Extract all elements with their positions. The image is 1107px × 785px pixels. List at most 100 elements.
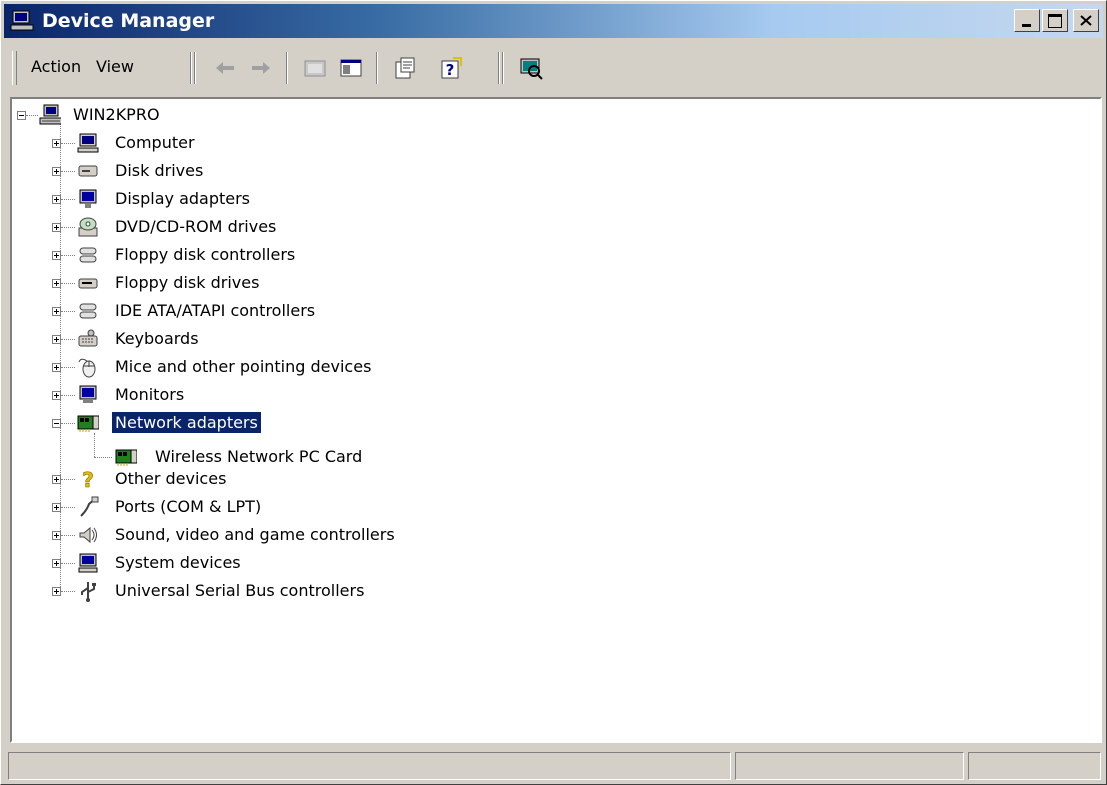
- port-icon: [77, 496, 99, 518]
- controller-icon: [77, 244, 99, 266]
- tree-item-label[interactable]: Floppy disk drives: [112, 272, 262, 293]
- tree-connector: [61, 367, 75, 368]
- tree-item-label[interactable]: System devices: [112, 552, 244, 573]
- cdrom-icon: [77, 216, 99, 238]
- expand-toggle[interactable]: [52, 559, 61, 568]
- tree-connector: [61, 479, 75, 480]
- minimize-button[interactable]: [1014, 9, 1040, 32]
- tree-connector: [61, 171, 75, 172]
- show-hide-tree-button[interactable]: [335, 52, 367, 84]
- up-button[interactable]: [299, 52, 331, 84]
- status-bar: [4, 749, 1103, 783]
- expand-toggle[interactable]: [52, 279, 61, 288]
- tree-connector: [61, 395, 75, 396]
- tree-connector: [61, 255, 75, 256]
- tree-item-label[interactable]: Mice and other pointing devices: [112, 356, 374, 377]
- status-panel-main: [8, 752, 731, 780]
- toolbar-separator: [190, 52, 192, 84]
- tree-item-label[interactable]: Disk drives: [112, 160, 206, 181]
- expand-toggle[interactable]: [52, 251, 61, 260]
- expand-toggle[interactable]: [52, 223, 61, 232]
- tree-item-label[interactable]: IDE ATA/ATAPI controllers: [112, 300, 318, 321]
- toolbar-separator: [376, 52, 378, 84]
- expand-toggle[interactable]: [52, 391, 61, 400]
- expand-toggle[interactable]: [52, 531, 61, 540]
- disk-drive-icon: [77, 160, 99, 182]
- close-button[interactable]: [1073, 9, 1099, 32]
- tree-item-wireless-network-pc-card[interactable]: Wireless Network PC Card: [152, 446, 365, 467]
- scan-hardware-button[interactable]: [515, 52, 547, 84]
- expand-toggle[interactable]: [52, 139, 61, 148]
- expand-toggle[interactable]: [52, 167, 61, 176]
- tree-connector: [61, 283, 75, 284]
- expand-toggle[interactable]: [52, 587, 61, 596]
- forward-button[interactable]: [245, 52, 277, 84]
- toolbar-separator: [502, 52, 504, 84]
- toolbar: Action View ?: [4, 43, 1103, 93]
- toolbar-separator: [194, 52, 196, 84]
- display-adapter-icon: [77, 188, 99, 210]
- network-card-icon: [77, 412, 100, 434]
- expand-toggle[interactable]: [52, 363, 61, 372]
- tree-connector: [61, 563, 75, 564]
- properties-button[interactable]: [389, 52, 421, 84]
- toolbar-separator: [286, 52, 288, 84]
- system-icon: [77, 552, 99, 574]
- tree-item-label[interactable]: Universal Serial Bus controllers: [112, 580, 367, 601]
- caption-buttons: [1014, 9, 1099, 32]
- menu-view[interactable]: View: [96, 57, 134, 76]
- mouse-icon: [77, 356, 99, 378]
- tree-connector: [61, 535, 75, 536]
- window-title: Device Manager: [42, 10, 215, 32]
- usb-icon: [77, 580, 99, 602]
- tree-connector: [61, 199, 75, 200]
- tree-connector: [61, 227, 75, 228]
- expand-toggle[interactable]: [52, 335, 61, 344]
- tree-connector: [94, 457, 112, 458]
- tree-connector: [26, 115, 38, 116]
- expand-toggle[interactable]: [52, 503, 61, 512]
- device-tree[interactable]: WIN2KPRO Computer Disk drives Display adapt…: [10, 97, 1102, 743]
- tree-item-label[interactable]: Floppy disk controllers: [112, 244, 298, 265]
- tree-item-label[interactable]: Other devices: [112, 468, 229, 489]
- tree-connector: [61, 591, 75, 592]
- floppy-drive-icon: [77, 272, 99, 294]
- tree-item-label[interactable]: Sound, video and game controllers: [112, 524, 398, 545]
- svg-text:?: ?: [446, 61, 455, 79]
- maximize-button[interactable]: [1042, 9, 1068, 32]
- device-manager-icon: [10, 10, 34, 36]
- tree-root-label[interactable]: WIN2KPRO: [70, 104, 163, 125]
- title-bar[interactable]: Device Manager: [4, 4, 1103, 38]
- tree-item-label[interactable]: Computer: [112, 132, 198, 153]
- tree-item-label[interactable]: Network adapters: [111, 411, 262, 434]
- controller-icon: [77, 300, 99, 322]
- tree-connector: [61, 507, 75, 508]
- network-card-icon: [115, 446, 138, 468]
- collapse-toggle[interactable]: [17, 111, 26, 120]
- toolbar-separator: [498, 52, 500, 84]
- tree-connector: [61, 311, 75, 312]
- tree-connector: [61, 143, 75, 144]
- menu-action[interactable]: Action: [31, 57, 81, 76]
- question-icon: ?: [77, 468, 99, 493]
- expand-toggle[interactable]: [52, 195, 61, 204]
- svg-text:?: ?: [82, 468, 94, 490]
- tree-item-label[interactable]: DVD/CD-ROM drives: [112, 216, 279, 237]
- expand-toggle[interactable]: [52, 475, 61, 484]
- expand-toggle[interactable]: [52, 307, 61, 316]
- tree-item-label[interactable]: Monitors: [112, 384, 187, 405]
- tree-item-label[interactable]: Display adapters: [112, 188, 253, 209]
- computer-icon: [39, 104, 63, 126]
- tree-item-label[interactable]: Keyboards: [112, 328, 202, 349]
- tree-item-label[interactable]: Ports (COM & LPT): [112, 496, 264, 517]
- monitor-icon: [77, 384, 99, 406]
- device-manager-window: Device Manager Action View ? WIN2KPRO Co…: [0, 0, 1107, 785]
- help-button[interactable]: ?: [435, 52, 467, 84]
- status-panel-2: [735, 752, 964, 780]
- toolbar-grip[interactable]: [12, 51, 17, 85]
- collapse-toggle[interactable]: [52, 419, 61, 428]
- speaker-icon: [77, 524, 99, 546]
- back-button[interactable]: [209, 52, 241, 84]
- keyboard-icon: [77, 328, 99, 350]
- computer-icon: [77, 132, 99, 154]
